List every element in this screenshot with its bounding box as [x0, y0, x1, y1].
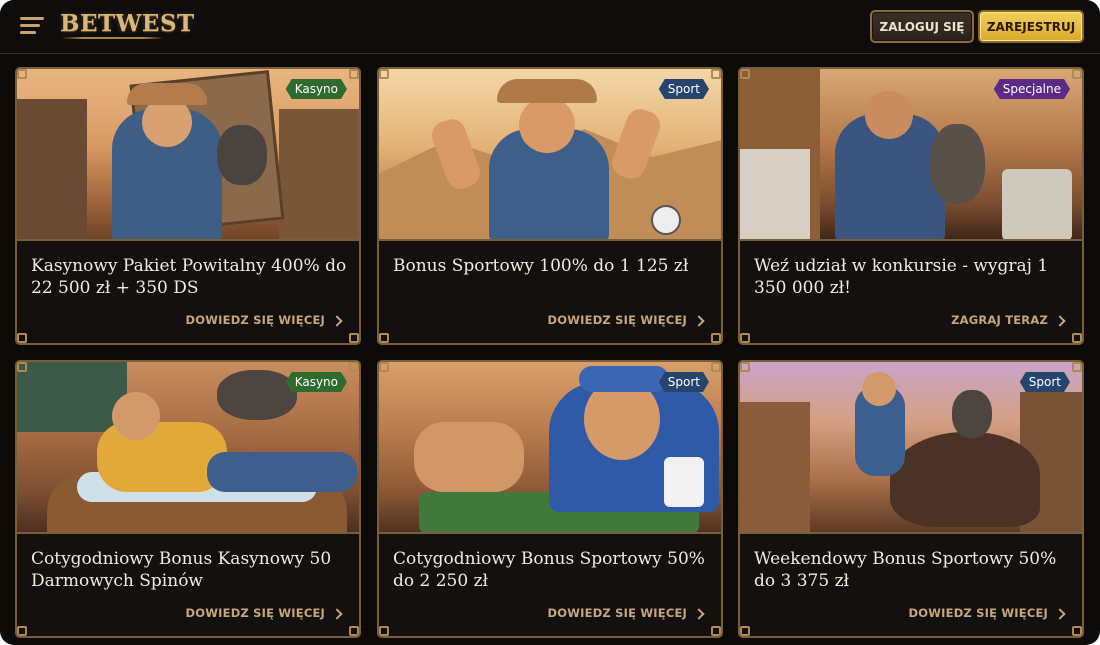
category-badge: Sport [659, 372, 709, 392]
promo-cta-link[interactable]: DOWIEDZ SIĘ WIĘCEJ [547, 606, 705, 620]
promo-cta-link[interactable]: DOWIEDZ SIĘ WIĘCEJ [547, 313, 705, 327]
promo-image: Kasyno [17, 362, 359, 534]
promo-card[interactable]: Kasyno Cotygodniowy Bonus Kasynowy 50 Da… [15, 360, 361, 638]
menu-icon[interactable] [20, 17, 44, 35]
promo-image: Kasyno [17, 69, 359, 241]
promo-card[interactable]: Sport Bonus Sportowy 100% do 1 125 zł DO… [377, 67, 723, 345]
corner-ornament [1072, 333, 1082, 343]
corner-ornament [711, 362, 721, 372]
chevron-right-icon [331, 314, 343, 327]
promo-title: Cotygodniowy Bonus Sportowy 50% do 2 250… [393, 549, 705, 591]
chevron-right-icon [693, 607, 705, 620]
login-button[interactable]: ZALOGUJ SIĘ [870, 10, 974, 43]
corner-ornament [1072, 362, 1082, 372]
chevron-right-icon [1054, 314, 1066, 327]
corner-ornament [740, 69, 750, 79]
corner-ornament [349, 626, 359, 636]
corner-ornament [349, 333, 359, 343]
promo-card[interactable]: Specjalne Weź udział w konkursie - wygra… [738, 67, 1084, 345]
header: BETWEST ZALOGUJ SIĘ ZAREJESTRUJ [0, 0, 1100, 54]
corner-ornament [711, 626, 721, 636]
category-badge: Kasyno [286, 372, 347, 392]
promo-card[interactable]: Sport Weekendowy Bonus Sportowy 50% do 3… [738, 360, 1084, 638]
corner-ornament [740, 362, 750, 372]
cta-label: DOWIEDZ SIĘ WIĘCEJ [547, 313, 687, 327]
corner-ornament [379, 626, 389, 636]
promo-image: Sport [379, 362, 721, 534]
corner-ornament [1072, 69, 1082, 79]
promo-image: Sport [379, 69, 721, 241]
corner-ornament [17, 362, 27, 372]
corner-ornament [1072, 626, 1082, 636]
corner-ornament [379, 69, 389, 79]
cta-label: DOWIEDZ SIĘ WIĘCEJ [908, 606, 1048, 620]
promo-cta-link[interactable]: DOWIEDZ SIĘ WIĘCEJ [908, 606, 1066, 620]
corner-ornament [349, 69, 359, 79]
corner-ornament [711, 333, 721, 343]
chevron-right-icon [331, 607, 343, 620]
promo-cta-link[interactable]: DOWIEDZ SIĘ WIĘCEJ [185, 313, 343, 327]
app-frame: BETWEST ZALOGUJ SIĘ ZAREJESTRUJ Kasyno K… [0, 0, 1100, 645]
corner-ornament [711, 69, 721, 79]
cta-label: DOWIEDZ SIĘ WIĘCEJ [185, 606, 325, 620]
corner-ornament [379, 362, 389, 372]
corner-ornament [740, 626, 750, 636]
category-badge: Specjalne [994, 79, 1070, 99]
corner-ornament [17, 69, 27, 79]
category-badge: Sport [1020, 372, 1070, 392]
logo-underline [62, 37, 164, 39]
promo-title: Kasynowy Pakiet Powitalny 400% do 22 500… [31, 256, 347, 298]
chevron-right-icon [1054, 607, 1066, 620]
promo-title: Cotygodniowy Bonus Kasynowy 50 Darmowych… [31, 549, 332, 591]
cta-label: DOWIEDZ SIĘ WIĘCEJ [547, 606, 687, 620]
corner-ornament [17, 333, 27, 343]
category-badge: Sport [659, 79, 709, 99]
corner-ornament [17, 626, 27, 636]
promo-cta-link[interactable]: ZAGRAJ TERAZ [951, 313, 1066, 327]
corner-ornament [379, 333, 389, 343]
promo-card[interactable]: Sport Cotygodniowy Bonus Sportowy 50% do… [377, 360, 723, 638]
promo-image: Sport [740, 362, 1082, 534]
promo-title: Weekendowy Bonus Sportowy 50% do 3 375 z… [754, 549, 1057, 591]
corner-ornament [349, 362, 359, 372]
promo-image: Specjalne [740, 69, 1082, 241]
register-button[interactable]: ZAREJESTRUJ [978, 10, 1084, 43]
category-badge: Kasyno [286, 79, 347, 99]
chevron-right-icon [693, 314, 705, 327]
corner-ornament [740, 333, 750, 343]
promo-cta-link[interactable]: DOWIEDZ SIĘ WIĘCEJ [185, 606, 343, 620]
promo-title: Weź udział w konkursie - wygraj 1 350 00… [754, 256, 1049, 298]
promo-title: Bonus Sportowy 100% do 1 125 zł [393, 256, 689, 276]
cta-label: ZAGRAJ TERAZ [951, 313, 1048, 327]
promo-card[interactable]: Kasyno Kasynowy Pakiet Powitalny 400% do… [15, 67, 361, 345]
cta-label: DOWIEDZ SIĘ WIĘCEJ [185, 313, 325, 327]
